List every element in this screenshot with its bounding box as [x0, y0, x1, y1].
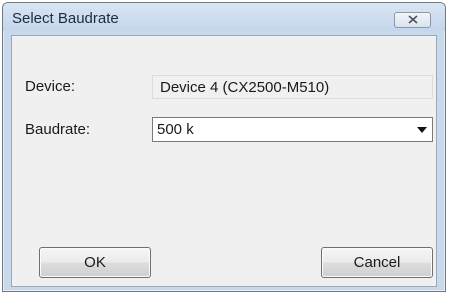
cancel-button[interactable]: Cancel: [321, 247, 433, 278]
close-button[interactable]: [394, 12, 431, 28]
title-bar[interactable]: Select Baudrate: [3, 3, 445, 31]
close-icon: [407, 11, 418, 29]
device-field: Device 4 (CX2500-M510): [152, 75, 433, 99]
baudrate-label: Baudrate:: [25, 121, 91, 138]
dialog-title: Select Baudrate: [12, 10, 119, 27]
dialog-body: Device: Device 4 (CX2500-M510) Baudrate:…: [11, 35, 437, 287]
baudrate-selected-value: 500 k: [157, 121, 194, 138]
chevron-down-icon[interactable]: [417, 127, 427, 133]
dialog-window: Select Baudrate Device: Device 4 (CX2500…: [2, 2, 446, 292]
device-label: Device:: [25, 78, 76, 95]
ok-button[interactable]: OK: [39, 247, 151, 278]
baudrate-select[interactable]: 500 k: [152, 117, 433, 142]
